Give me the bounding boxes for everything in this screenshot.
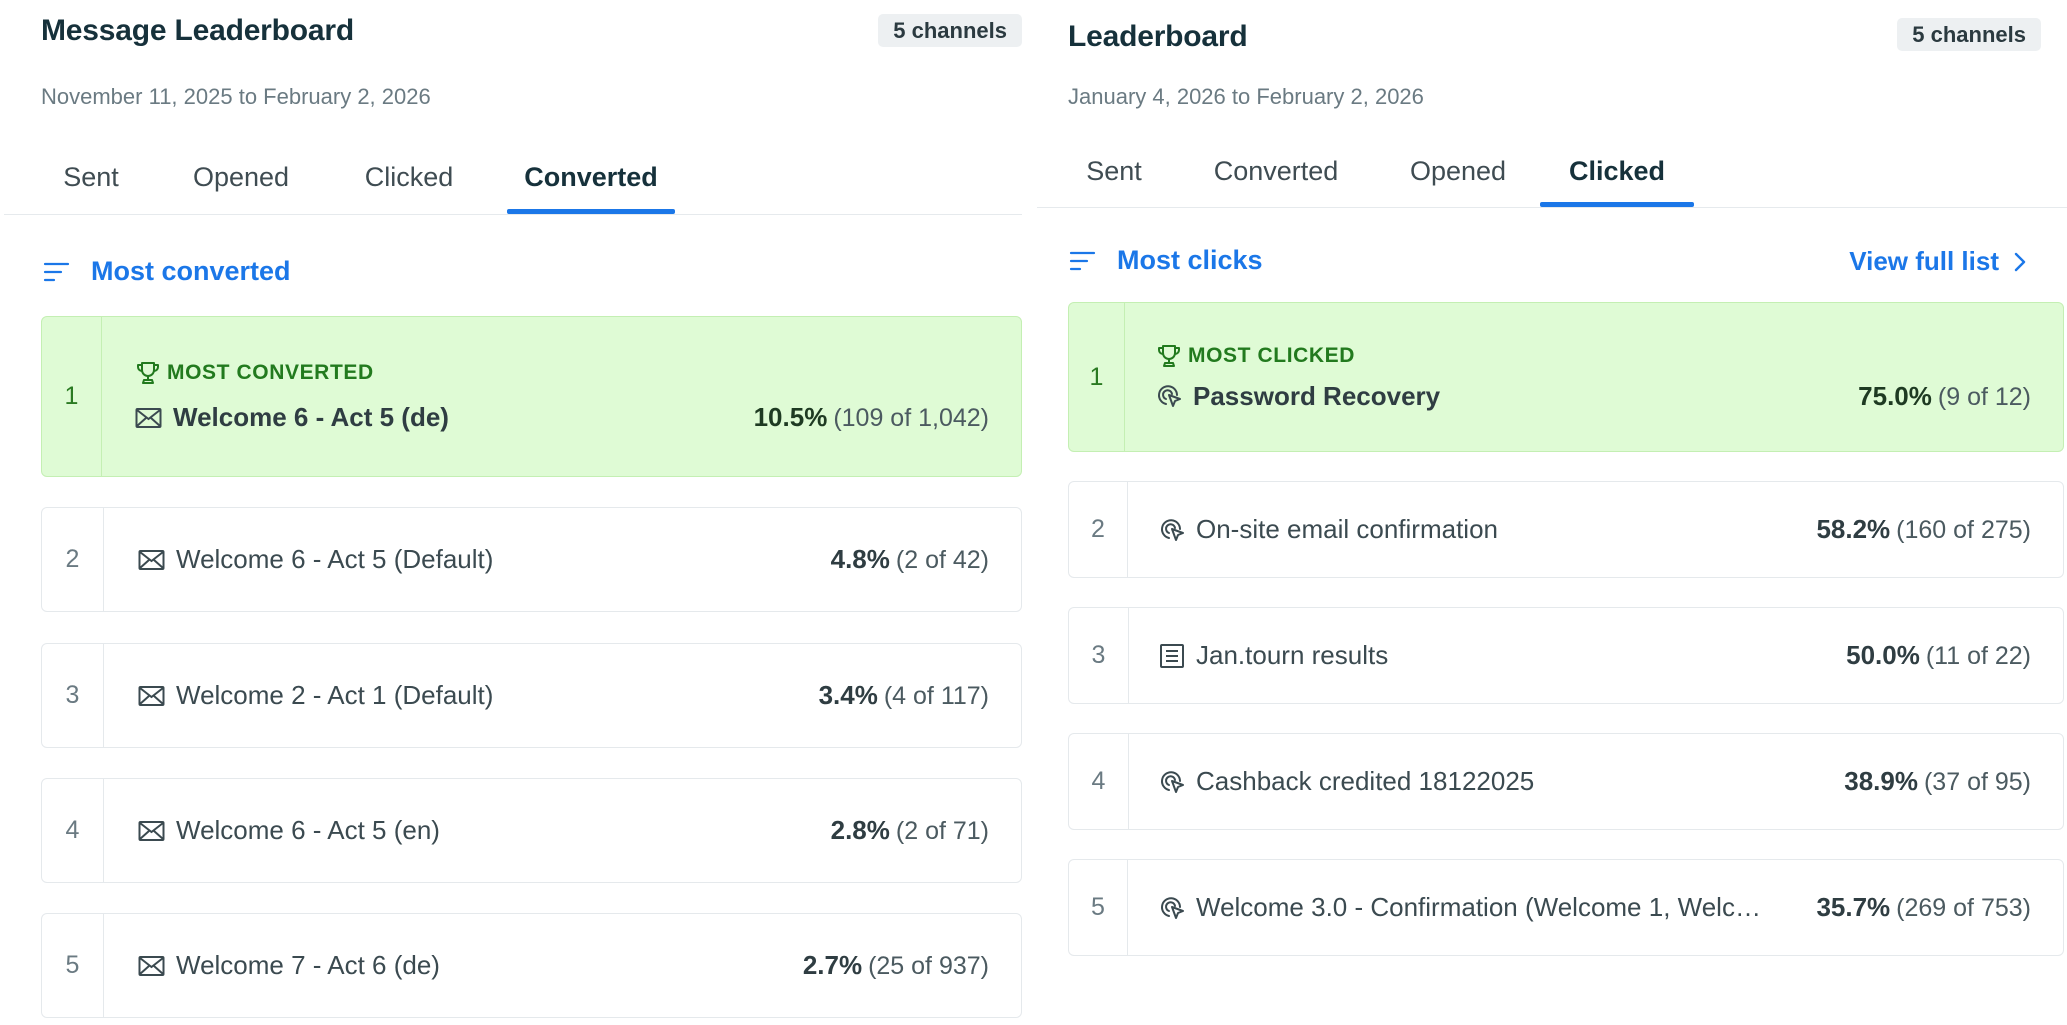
document-list-icon — [1160, 643, 1184, 668]
rank-number: 1 — [1069, 303, 1125, 451]
leaderboard-item[interactable]: 4 Cashback credited 18122025 38.9% (37 of… — [1068, 733, 2064, 830]
panel-divider — [1026, 0, 1037, 1025]
message-name: Welcome 7 - Act 6 (de) — [138, 950, 440, 981]
date-range: January 4, 2026 to February 2, 2026 — [1068, 84, 1424, 109]
message-name: Jan.tourn results — [1159, 640, 1388, 671]
message-name: Cashback credited 18122025 — [1159, 766, 1534, 797]
rank-number: 3 — [42, 644, 104, 747]
leaderboard-item[interactable]: 3 Jan.tourn results 50.0% (11 of 22) — [1068, 607, 2064, 704]
active-tab-indicator — [1540, 202, 1694, 207]
rank-number: 3 — [1069, 608, 1129, 703]
click-stat: 50.0% (11 of 22) — [1846, 640, 2031, 670]
message-name: Welcome 3.0 - Confirmation (Welcome 1, W… — [1159, 892, 1761, 923]
most-converted-label: MOST CONVERTED — [135, 360, 989, 386]
leaderboard-item[interactable]: 4 Welcome 6 - Act 5 (en) 2.8% (2 of 71) — [41, 778, 1022, 883]
channels-badge: 5 channels — [1897, 18, 2041, 51]
tab-sent[interactable]: Sent — [41, 162, 141, 193]
click-stat: 35.7% (269 of 753) — [1816, 892, 2031, 922]
leaderboard-panel: Leaderboard 5 channels January 4, 2026 t… — [1037, 0, 2067, 1025]
envelope-icon — [138, 685, 165, 706]
tab-opened[interactable]: Opened — [1386, 156, 1530, 187]
conversion-stat: 3.4% (4 of 117) — [818, 680, 989, 710]
leaderboard-item[interactable]: 5 Welcome 7 - Act 6 (de) 2.7% (25 of 937) — [41, 913, 1022, 1018]
sort-lines-icon — [1069, 251, 1096, 270]
sort-label: Most clicks — [1117, 245, 1263, 275]
conversion-stat: 10.5% (109 of 1,042) — [753, 402, 989, 432]
sort-lines-icon — [43, 262, 70, 281]
most-clicked-label: MOST CLICKED — [1156, 343, 2031, 369]
tab-bar: Sent Converted Opened Clicked — [1037, 124, 2067, 208]
view-full-label: View full list — [1849, 246, 1999, 276]
message-name: Welcome 6 - Act 5 (de) — [135, 402, 449, 433]
sort-most-clicks[interactable]: Most clicks — [1069, 245, 1263, 276]
rank-number: 5 — [42, 914, 104, 1017]
leaderboard-item[interactable]: 3 Welcome 2 - Act 1 (Default) 3.4% (4 of … — [41, 643, 1022, 748]
envelope-icon — [138, 955, 165, 976]
envelope-icon — [138, 820, 165, 841]
message-name: Welcome 6 - Act 5 (Default) — [138, 544, 493, 575]
panel-title: Leaderboard — [1068, 20, 1248, 53]
date-range: November 11, 2025 to February 2, 2026 — [41, 84, 431, 109]
message-name: Welcome 6 - Act 5 (en) — [138, 815, 440, 846]
cursor-click-icon — [1161, 518, 1184, 541]
rank-number: 4 — [42, 779, 104, 882]
tab-converted[interactable]: Converted — [507, 162, 675, 193]
panel-title: Message Leaderboard — [41, 14, 354, 47]
leaderboard-item[interactable]: 2 On-site email confirmation 58.2% (160 o… — [1068, 481, 2064, 578]
chevron-right-icon — [2014, 252, 2026, 271]
conversion-stat: 2.8% (2 of 71) — [830, 815, 989, 845]
message-leaderboard-panel: Message Leaderboard 5 channels November … — [4, 0, 1022, 1025]
channels-badge: 5 channels — [878, 14, 1022, 47]
rank-number: 1 — [42, 317, 102, 476]
leaderboard-item[interactable]: 2 Welcome 6 - Act 5 (Default) 4.8% (2 of … — [41, 507, 1022, 612]
rank-number: 2 — [1069, 482, 1128, 577]
tab-opened[interactable]: Opened — [173, 162, 309, 193]
cursor-click-icon — [1161, 896, 1184, 919]
conversion-stat: 2.7% (25 of 937) — [802, 950, 989, 980]
sort-label: Most converted — [91, 256, 291, 286]
click-stat: 75.0% (9 of 12) — [1858, 380, 2031, 411]
message-name: On-site email confirmation — [1159, 514, 1498, 545]
tab-clicked[interactable]: Clicked — [1540, 156, 1694, 187]
click-stat: 38.9% (37 of 95) — [1844, 766, 2031, 796]
rank-number: 5 — [1069, 860, 1128, 955]
rank-number: 2 — [42, 508, 104, 611]
envelope-icon — [135, 407, 162, 428]
message-name: Welcome 2 - Act 1 (Default) — [138, 680, 493, 711]
click-stat: 58.2% (160 of 275) — [1816, 514, 2031, 544]
trophy-icon — [137, 362, 159, 384]
rank-number: 4 — [1069, 734, 1129, 829]
tab-sent[interactable]: Sent — [1068, 156, 1160, 187]
trophy-icon — [1158, 344, 1180, 367]
cursor-click-icon — [1161, 770, 1184, 793]
leaderboard-item[interactable]: 5 Welcome 3.0 - Confirmation (Welcome 1,… — [1068, 859, 2064, 956]
message-name: Password Recovery — [1156, 381, 1440, 412]
tab-bar: Sent Opened Clicked Converted — [4, 124, 1022, 215]
envelope-icon — [138, 549, 165, 570]
conversion-stat: 4.8% (2 of 42) — [830, 544, 989, 574]
sort-most-converted[interactable]: Most converted — [43, 256, 291, 287]
active-tab-indicator — [507, 209, 675, 214]
tab-clicked[interactable]: Clicked — [344, 162, 474, 193]
cursor-click-icon — [1158, 385, 1181, 407]
tab-converted[interactable]: Converted — [1191, 156, 1361, 187]
leaderboard-item-top[interactable]: 1 MOST CLICKED Password Recovery 75.0% (9… — [1068, 302, 2064, 452]
leaderboard-item-top[interactable]: 1 MOST CONVERTED Welcome 6 - Act 5 (de) … — [41, 316, 1022, 477]
view-full-list-link[interactable]: View full list — [1849, 246, 2027, 277]
